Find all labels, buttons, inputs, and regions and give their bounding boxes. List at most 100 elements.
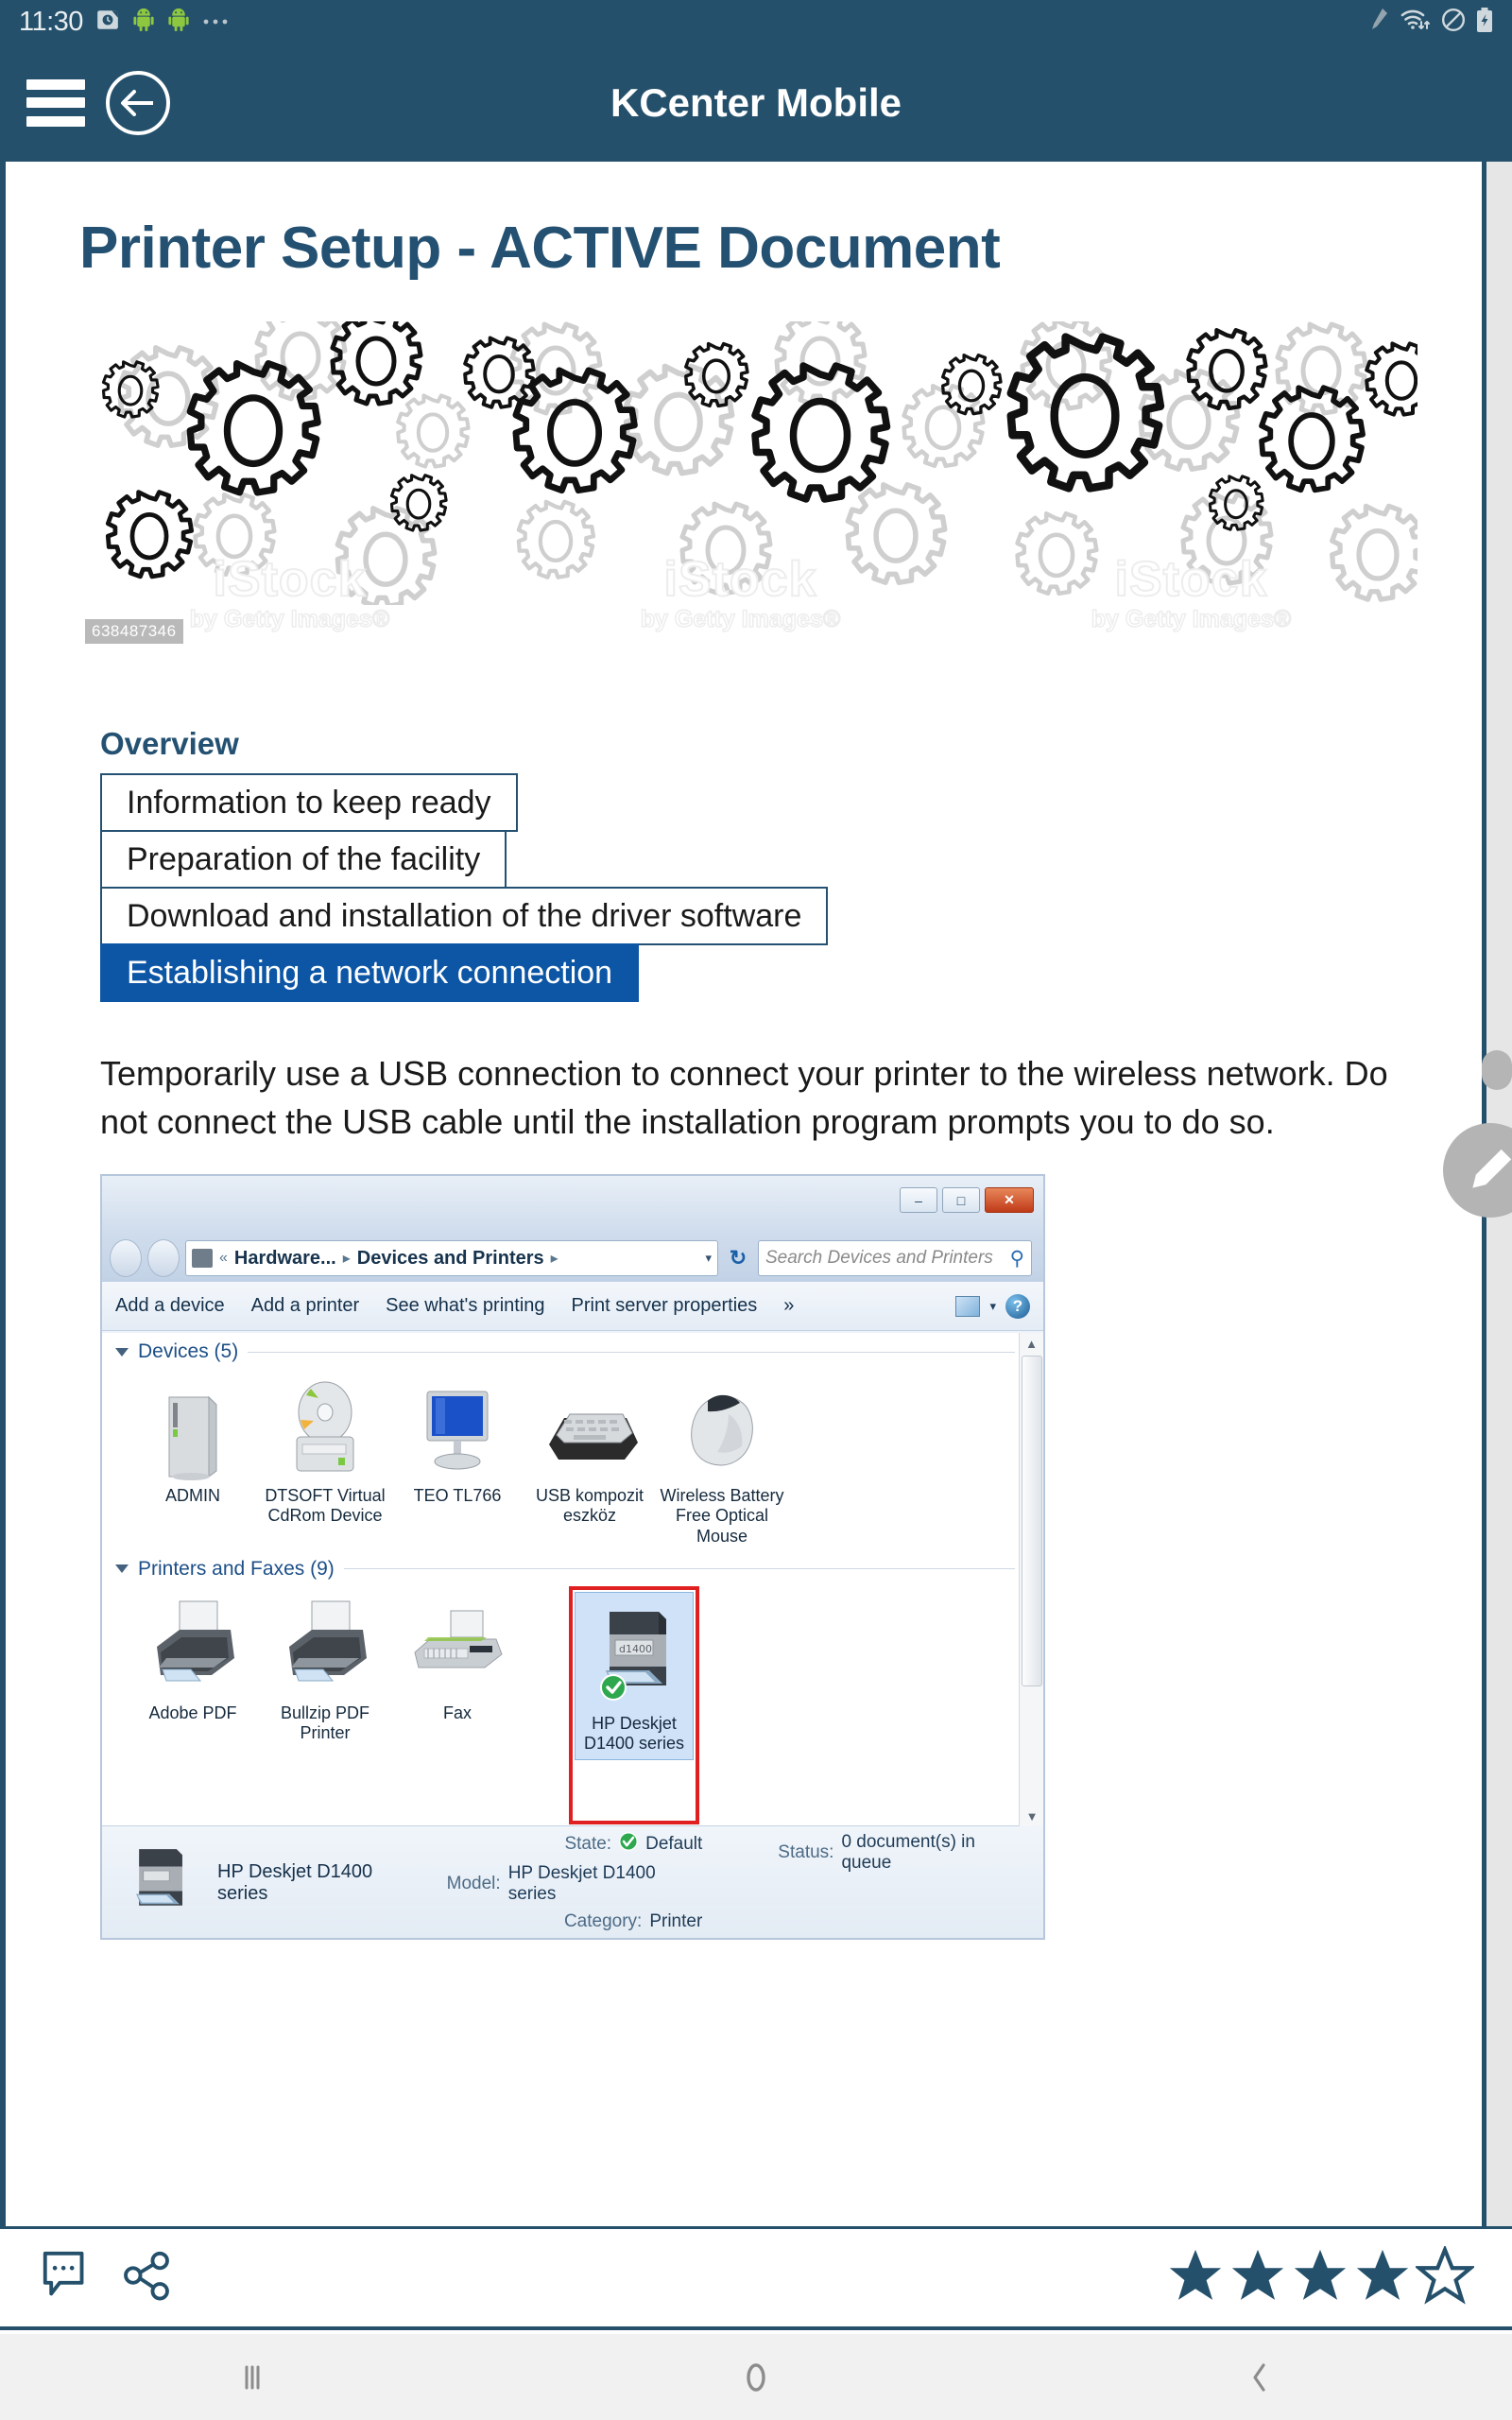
overview-row: Information to keep ready bbox=[100, 773, 1483, 832]
chevron-down-icon[interactable]: ▾ bbox=[705, 1251, 712, 1266]
istock-watermarks: iStock by Getty Images® 638487346 iStock… bbox=[64, 541, 1418, 645]
details-printer-name: HP Deskjet D1400 series bbox=[217, 1861, 373, 1905]
win-details-pane: HP Deskjet D1400 series State: Default M… bbox=[102, 1826, 1043, 1939]
printer-label: Fax bbox=[442, 1703, 472, 1722]
add-a-printer-button[interactable]: Add a printer bbox=[251, 1295, 360, 1317]
scroll-thumb[interactable] bbox=[1022, 1356, 1042, 1687]
scroll-up-arrow-icon[interactable]: ▲ bbox=[1020, 1333, 1043, 1354]
divider bbox=[343, 1568, 1015, 1570]
star-filled-1[interactable] bbox=[1166, 2246, 1225, 2309]
breadcrumb-devices-and-printers[interactable]: Devices and Printers bbox=[357, 1248, 544, 1270]
group-header-devices[interactable]: Devices (5) bbox=[102, 1333, 1043, 1363]
details-labels-column: State: Default Model: HP Deskjet D1400 s… bbox=[447, 1832, 703, 1932]
printer-icon bbox=[278, 1586, 372, 1698]
win-toolbar-right: ▾ ? bbox=[955, 1293, 1030, 1319]
view-layout-icon[interactable] bbox=[955, 1295, 981, 1317]
win-vertical-scrollbar[interactable]: ▲ ▼ bbox=[1019, 1333, 1043, 1827]
more-commands-button[interactable]: » bbox=[783, 1295, 794, 1317]
breadcrumb-hardware[interactable]: Hardware... bbox=[234, 1248, 336, 1270]
search-icon: ⚲ bbox=[1009, 1247, 1024, 1270]
device-item-wireless-mouse[interactable]: Wireless Battery Free Optical Mouse bbox=[656, 1369, 788, 1547]
star-filled-3[interactable] bbox=[1291, 2246, 1349, 2309]
back-arrow-circle-icon[interactable] bbox=[106, 70, 170, 135]
android-navigation-bar bbox=[0, 2334, 1512, 2420]
overview-list: Information to keep ready Preparation of… bbox=[100, 773, 1483, 1002]
hamburger-menu-icon[interactable] bbox=[26, 78, 85, 127]
collapse-triangle-icon[interactable] bbox=[115, 1564, 129, 1574]
page-scrollbar-thumb[interactable] bbox=[1482, 1050, 1512, 1090]
chevron-down-icon[interactable]: ▾ bbox=[989, 1299, 996, 1314]
watermark-top: iStock bbox=[662, 551, 817, 607]
see-whats-printing-button[interactable]: See what's printing bbox=[386, 1295, 544, 1317]
printer-label: Adobe PDF bbox=[148, 1703, 237, 1722]
share-nodes-icon[interactable] bbox=[117, 2246, 176, 2309]
breadcrumb-separator: ▸ bbox=[342, 1251, 351, 1268]
overview-item-preparation-of-the-facility[interactable]: Preparation of the facility bbox=[100, 830, 507, 889]
state-value: Default bbox=[645, 1834, 703, 1855]
printers-icon-row: Adobe PDF Bullzip PDF Printer Fax d1400 … bbox=[102, 1581, 1043, 1824]
win-window-controls: – □ ✕ bbox=[900, 1187, 1034, 1214]
star-filled-4[interactable] bbox=[1353, 2246, 1412, 2309]
page-scrollbar-track[interactable] bbox=[1482, 162, 1512, 2295]
document-title: Printer Setup - ACTIVE Document bbox=[79, 216, 1001, 281]
minimize-button[interactable]: – bbox=[900, 1187, 937, 1214]
refresh-icon[interactable]: ↻ bbox=[724, 1240, 752, 1276]
add-a-device-button[interactable]: Add a device bbox=[115, 1295, 225, 1317]
help-icon[interactable]: ? bbox=[1005, 1293, 1030, 1319]
printer-item-adobe-pdf[interactable]: Adobe PDF bbox=[127, 1586, 259, 1824]
overview-row: Download and installation of the driver … bbox=[100, 887, 1483, 945]
collapse-triangle-icon[interactable] bbox=[115, 1347, 129, 1357]
forward-button[interactable] bbox=[147, 1239, 180, 1278]
comment-bubble-icon[interactable] bbox=[38, 2246, 96, 2309]
fax-icon bbox=[405, 1586, 509, 1698]
device-item-admin[interactable]: ADMIN bbox=[127, 1369, 259, 1547]
close-button[interactable]: ✕ bbox=[985, 1187, 1034, 1214]
group-header-printers-and-faxes[interactable]: Printers and Faxes (9) bbox=[102, 1547, 1043, 1581]
win-content-area: Devices (5) ADMIN DTSOFT Virtual CdRom D… bbox=[102, 1333, 1043, 1827]
mouse-icon bbox=[677, 1369, 767, 1480]
overview-item-download-and-installation[interactable]: Download and installation of the driver … bbox=[100, 887, 829, 945]
search-devices-input[interactable]: Search Devices and Printers ⚲ bbox=[758, 1240, 1032, 1277]
back-button[interactable] bbox=[110, 1239, 142, 1278]
rating-stars[interactable] bbox=[1166, 2244, 1476, 2309]
printer-label: HP Deskjet D1400 series bbox=[583, 1713, 685, 1754]
windows-devices-and-printers-screenshot: – □ ✕ « Hardware... ▸ Devices and Printe… bbox=[100, 1174, 1045, 1941]
overview-item-establishing-a-network-connection[interactable]: Establishing a network connection bbox=[100, 943, 640, 1002]
address-breadcrumb-field[interactable]: « Hardware... ▸ Devices and Printers ▸ ▾ bbox=[185, 1240, 718, 1277]
printer-item-bullzip-pdf-printer[interactable]: Bullzip PDF Printer bbox=[259, 1586, 391, 1824]
device-item-teo-tl766[interactable]: TEO TL766 bbox=[391, 1369, 524, 1547]
nav-home-button[interactable] bbox=[504, 2358, 1007, 2397]
maximize-button[interactable]: □ bbox=[942, 1187, 980, 1214]
android-robot-icon bbox=[167, 7, 190, 37]
star-empty-5[interactable] bbox=[1414, 2244, 1476, 2309]
device-label: Wireless Battery Free Optical Mouse bbox=[660, 1486, 784, 1546]
scroll-down-arrow-icon[interactable]: ▼ bbox=[1020, 1806, 1043, 1826]
do-not-disturb-icon bbox=[1441, 8, 1466, 37]
folder-hardware-icon bbox=[192, 1249, 213, 1269]
breadcrumb-chevrons: « bbox=[219, 1250, 228, 1267]
page-title: KCenter Mobile bbox=[610, 79, 902, 125]
device-item-usb-kompozit-eszkoz[interactable]: USB kompozit eszköz bbox=[524, 1369, 656, 1547]
print-server-properties-button[interactable]: Print server properties bbox=[572, 1295, 758, 1317]
device-label: ADMIN bbox=[165, 1486, 220, 1506]
default-check-icon bbox=[619, 1832, 638, 1857]
watermark: iStock by Getty Images® bbox=[966, 541, 1417, 645]
status-bar: 11:30 bbox=[0, 0, 1512, 43]
overview-heading: Overview bbox=[100, 726, 239, 761]
nav-recents-button[interactable] bbox=[0, 2360, 504, 2395]
watermark-top: iStock bbox=[1113, 551, 1268, 607]
stylus-pen-icon bbox=[1367, 7, 1390, 38]
overview-row: Establishing a network connection bbox=[100, 943, 1483, 1002]
printer-item-hp-deskjet-d1400[interactable]: d1400 HP Deskjet D1400 series bbox=[575, 1591, 694, 1761]
device-label: DTSOFT Virtual CdRom Device bbox=[265, 1486, 386, 1526]
overview-item-information-to-keep-ready[interactable]: Information to keep ready bbox=[100, 773, 518, 832]
printer-item-fax[interactable]: Fax bbox=[391, 1586, 524, 1824]
document-scroll-container[interactable]: Printer Setup - ACTIVE Document iStock b… bbox=[0, 162, 1512, 2295]
device-item-dtsoft-virtual-cdrom[interactable]: DTSOFT Virtual CdRom Device bbox=[259, 1369, 391, 1547]
monitor-icon bbox=[412, 1369, 503, 1480]
star-filled-2[interactable] bbox=[1228, 2246, 1287, 2309]
nav-back-button[interactable] bbox=[1008, 2358, 1512, 2397]
body-paragraph: Temporarily use a USB connection to conn… bbox=[100, 1054, 1388, 1142]
watermark-id: 638487346 bbox=[85, 619, 183, 644]
gears-banner-image: iStock by Getty Images® 638487346 iStock… bbox=[64, 321, 1418, 652]
